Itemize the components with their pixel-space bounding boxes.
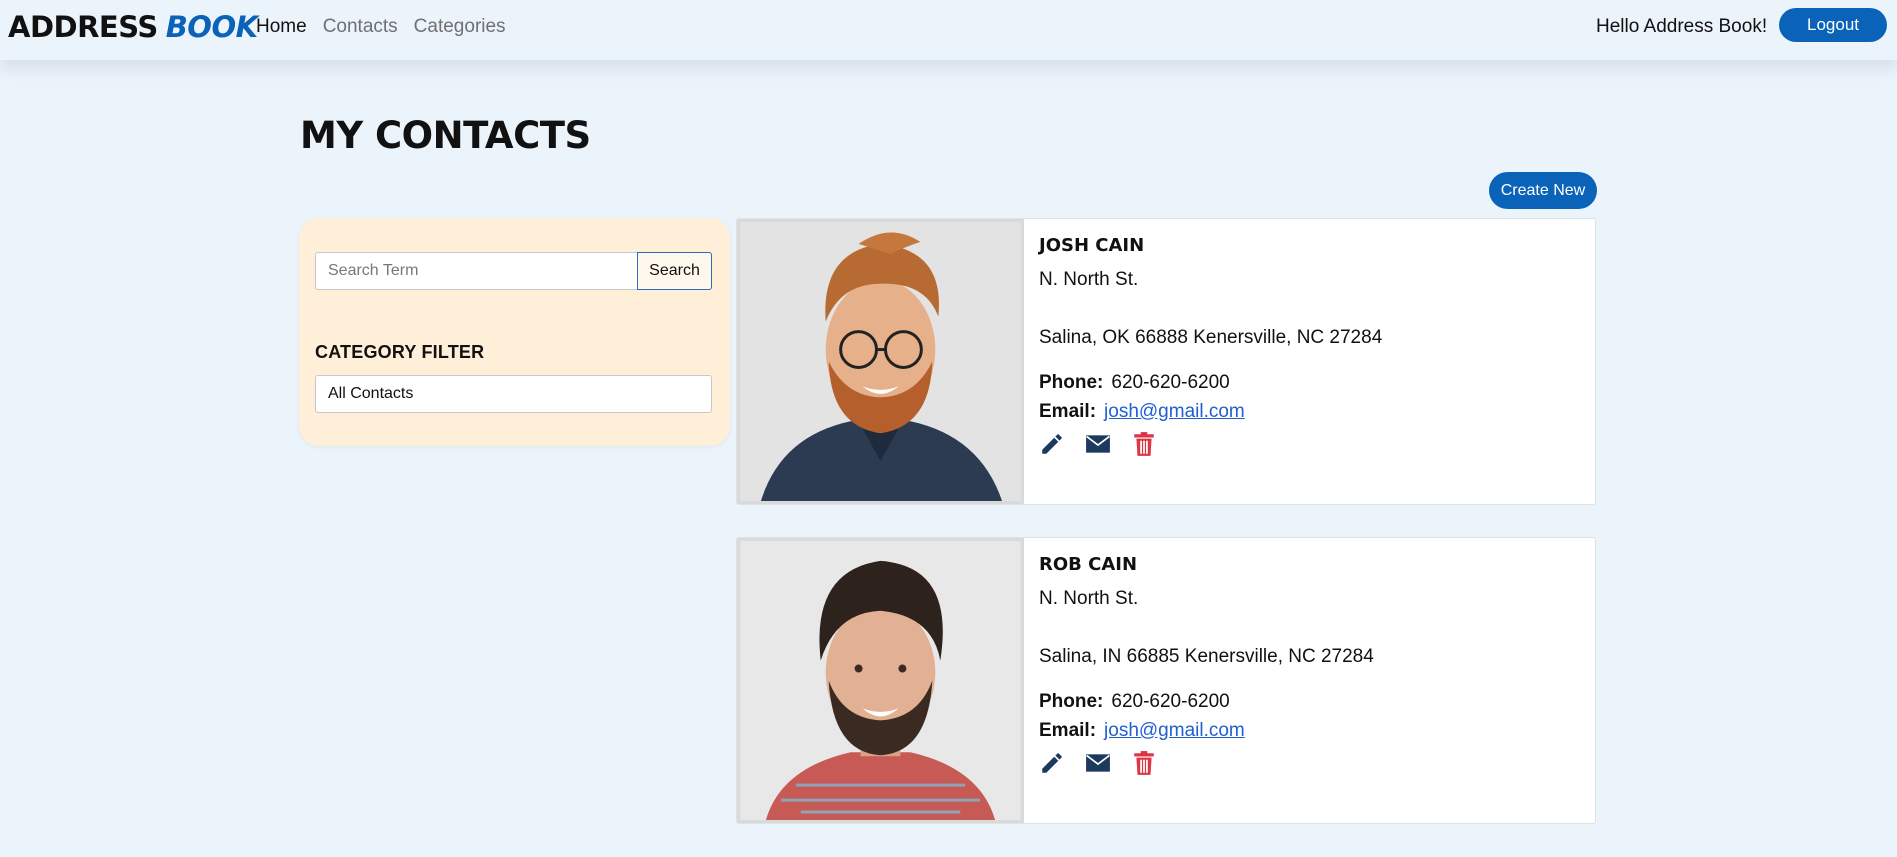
search-input[interactable] [315,252,637,290]
contact-name: ROB CAIN [1039,554,1138,575]
brand-part-1: ADDRESS [8,10,158,44]
avatar [741,222,1020,501]
contact-city-line: Salina, IN 66885 Kenersville, NC 27284 [1039,646,1374,667]
brand-part-2: BOOK [165,10,258,44]
nav-link-categories[interactable]: Categories [414,15,506,39]
phone-label: Phone: [1039,372,1104,393]
create-new-button[interactable]: Create New [1489,172,1597,209]
contact-card: JOSH CAIN N. North St. Salina, OK 66888 … [736,218,1596,505]
contact-email-link[interactable]: josh@gmail.com [1104,401,1245,422]
contact-email-link[interactable]: josh@gmail.com [1104,720,1245,741]
contact-email-row: Email: josh@gmail.com [1039,400,1585,424]
email-label: Email: [1039,720,1097,741]
user-greeting: Hello Address Book! [1596,16,1768,37]
contact-city-line: Salina, OK 66888 Kenersville, NC 27284 [1039,327,1383,348]
brand-logo[interactable]: ADDRESS BOOK [8,9,258,45]
category-filter-heading: CATEGORY FILTER [315,342,485,362]
contact-photo [737,219,1024,504]
email-label: Email: [1039,401,1097,422]
category-filter-select[interactable]: All Contacts [315,375,712,413]
avatar [741,541,1020,820]
contact-street: N. North St. [1039,269,1139,290]
navbar: ADDRESS BOOK Home Contacts Categories Hel… [0,0,1897,60]
contact-street: N. North St. [1039,588,1139,609]
nav-link-contacts[interactable]: Contacts [323,15,398,39]
pencil-icon[interactable] [1039,431,1065,457]
contact-email-row: Email: josh@gmail.com [1039,719,1585,743]
filter-panel: Search CATEGORY FILTER All Contacts [299,218,730,446]
contact-actions [1039,431,1585,457]
search-button[interactable]: Search [637,252,712,290]
contact-phone: 620-620-6200 [1111,691,1230,712]
contact-card: ROB CAIN N. North St. Salina, IN 66885 K… [736,537,1596,824]
nav-links: Home Contacts Categories [256,15,506,39]
nav-link-home[interactable]: Home [256,15,307,39]
contact-phone-row: Phone: 620-620-6200 [1039,690,1585,714]
contact-phone: 620-620-6200 [1111,372,1230,393]
search-group: Search [315,252,712,290]
contact-phone-row: Phone: 620-620-6200 [1039,371,1585,395]
pencil-icon[interactable] [1039,750,1065,776]
envelope-icon[interactable] [1085,431,1111,457]
trash-icon[interactable] [1131,431,1157,457]
envelope-icon[interactable] [1085,750,1111,776]
contact-details: JOSH CAIN N. North St. Salina, OK 66888 … [1039,234,1585,457]
phone-label: Phone: [1039,691,1104,712]
page-title: MY CONTACTS [300,114,591,157]
trash-icon[interactable] [1131,750,1157,776]
contact-actions [1039,750,1585,776]
contact-details: ROB CAIN N. North St. Salina, IN 66885 K… [1039,553,1585,776]
contact-name: JOSH CAIN [1039,235,1145,256]
logout-button[interactable]: Logout [1779,8,1887,42]
contact-photo [737,538,1024,823]
